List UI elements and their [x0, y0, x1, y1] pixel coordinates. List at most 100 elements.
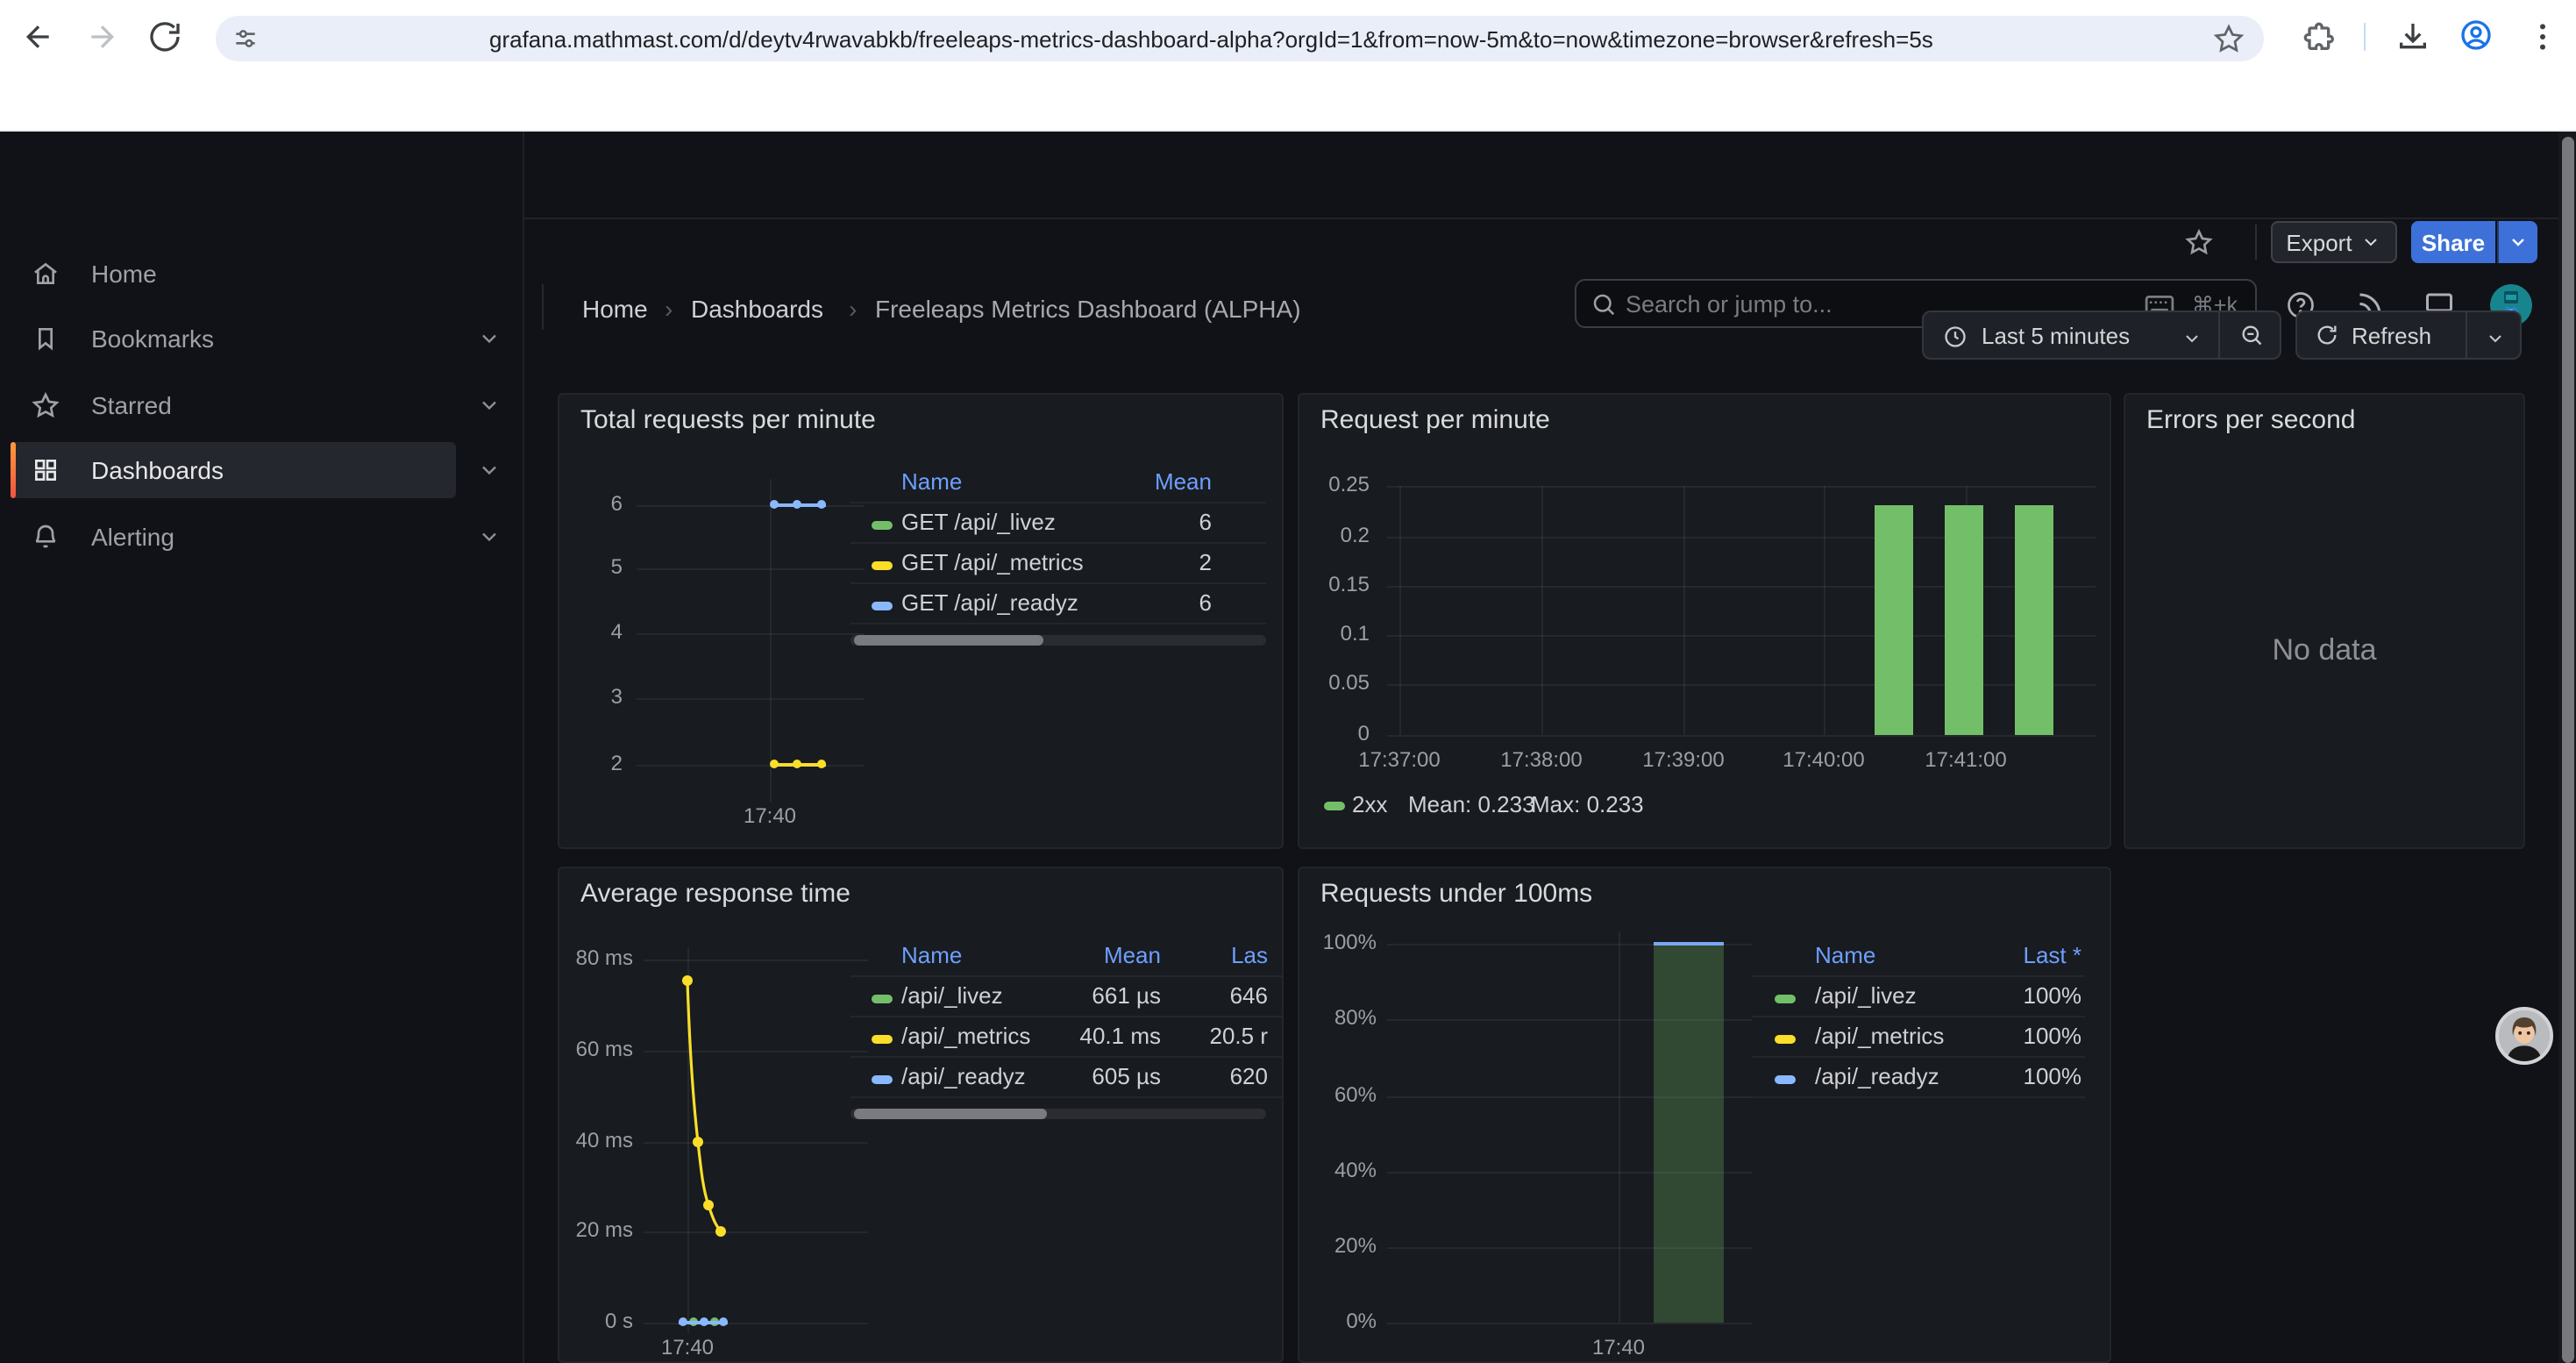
time-range-label: Last 5 minutes [1982, 323, 2130, 349]
zoom-out-icon [2239, 323, 2264, 347]
panel-title[interactable]: Errors per second [2146, 405, 2355, 435]
y-tick: 0.25 [1303, 472, 1370, 496]
sidebar-item-label: Home [91, 260, 157, 288]
screen: grafana.mathmast.com/d/deytv4rwavabkb/fr… [0, 0, 2576, 1363]
page-scrollbar[interactable] [2558, 132, 2576, 1363]
legend-header-name[interactable]: Name [1815, 942, 1875, 968]
panel-title[interactable]: Requests under 100ms [1320, 879, 1592, 909]
bar-2xx[interactable] [1945, 505, 1983, 735]
legend-series-name[interactable]: GET /api/_metrics [901, 549, 1084, 575]
legend-series-name[interactable]: 2xx [1352, 791, 1387, 817]
y-tick: 0.1 [1303, 621, 1370, 646]
url-bar[interactable]: grafana.mathmast.com/d/deytv4rwavabkb/fr… [216, 16, 2264, 61]
legend-series-name[interactable]: GET /api/_readyz [901, 589, 1078, 616]
refresh-interval-dropdown[interactable] [2466, 312, 2522, 358]
legend-header-name[interactable]: Name [901, 468, 962, 495]
legend-table: Name Last * /api/_livez 100% /api/_metri… [1752, 938, 2085, 1131]
assistant-avatar[interactable] [2495, 1007, 2553, 1065]
chevron-down-icon[interactable] [477, 393, 502, 417]
metrics-response-curve [630, 956, 875, 1342]
download-icon[interactable] [2395, 19, 2430, 54]
legend-header-last[interactable]: Last * [1962, 942, 2081, 968]
x-tick: 17:40 [1569, 1335, 1668, 1359]
legend-series-last: 20.5 r [1168, 1023, 1268, 1049]
bell-icon [32, 523, 60, 551]
legend-scrollbar[interactable] [850, 1109, 1266, 1119]
toolbar-divider [2255, 225, 2257, 260]
favorite-star-icon[interactable] [2185, 228, 2213, 256]
y-tick: 2 [570, 751, 623, 775]
time-range-picker[interactable]: Last 5 minutes [1922, 310, 2281, 360]
bookmark-star-icon[interactable] [2213, 23, 2245, 54]
y-tick: 40 ms [563, 1128, 633, 1152]
panel-avg-response-time: Average response time 80 ms 60 ms 40 ms … [558, 867, 1284, 1363]
sidebar-item-home[interactable]: Home [11, 246, 456, 302]
sidebar-item-dashboards[interactable]: Dashboards [11, 442, 456, 498]
series-color-pill [1324, 802, 1345, 810]
breadcrumb-home[interactable]: Home [582, 295, 648, 323]
back-icon[interactable] [21, 19, 56, 54]
legend-series-name[interactable]: /api/_readyz [1815, 1063, 1939, 1089]
sidebar-item-starred[interactable]: Starred [11, 377, 456, 433]
reload-icon[interactable] [147, 19, 182, 54]
panel-title[interactable]: Average response time [580, 879, 850, 909]
legend-scrollbar[interactable] [850, 635, 1266, 646]
chevron-down-icon[interactable] [477, 525, 502, 549]
url-text[interactable]: grafana.mathmast.com/d/deytv4rwavabkb/fr… [489, 26, 1933, 53]
breadcrumb-dashboards[interactable]: Dashboards [691, 295, 823, 323]
legend-series-name[interactable]: /api/_livez [901, 982, 1003, 1009]
sidebar-item-alerting[interactable]: Alerting [11, 509, 456, 565]
export-button[interactable]: Export [2271, 221, 2397, 263]
series-color-pill [1775, 1075, 1796, 1084]
x-tick: 17:40 [638, 1335, 737, 1359]
bar-under-100ms[interactable] [1654, 944, 1724, 1323]
legend-header-mean[interactable]: Mean [1107, 468, 1212, 495]
share-button[interactable]: Share [2411, 221, 2495, 263]
series-color-pill [872, 602, 893, 610]
legend-series-name[interactable]: /api/_readyz [901, 1063, 1026, 1089]
y-tick: 80% [1303, 1005, 1377, 1030]
legend-series-name[interactable]: /api/_livez [1815, 982, 1917, 1009]
bar-2xx[interactable] [2015, 505, 2053, 735]
y-tick: 0 s [563, 1309, 633, 1333]
extensions-icon[interactable] [2301, 19, 2336, 54]
x-tick: 17:38:00 [1485, 747, 1598, 772]
bar-2xx[interactable] [1875, 505, 1913, 735]
x-tick: 17:39:00 [1627, 747, 1740, 772]
browser-toolbar: grafana.mathmast.com/d/deytv4rwavabkb/fr… [0, 0, 2576, 77]
y-tick: 5 [570, 554, 623, 579]
legend-series-name[interactable]: GET /api/_livez [901, 509, 1056, 535]
legend-header-mean[interactable]: Mean [1052, 942, 1161, 968]
chevron-down-icon[interactable] [477, 326, 502, 351]
panel-title[interactable]: Request per minute [1320, 405, 1550, 435]
sidebar-item-label: Bookmarks [91, 325, 214, 353]
legend-series-mean: 605 µs [1052, 1063, 1161, 1089]
site-settings-icon[interactable] [231, 25, 260, 53]
export-label: Export [2286, 229, 2352, 255]
search-placeholder: Search or jump to... [1626, 291, 1832, 318]
sidebar-item-bookmarks[interactable]: Bookmarks [11, 310, 456, 367]
breadcrumb-separator: › [665, 295, 672, 323]
legend-mean: Mean: 0.233 [1408, 791, 1535, 817]
legend-header-name[interactable]: Name [901, 942, 962, 968]
scrollbar-thumb[interactable] [2562, 137, 2574, 1363]
series-color-pill [1775, 1035, 1796, 1044]
browser-menu-icon[interactable] [2525, 19, 2560, 54]
legend-series-name[interactable]: /api/_metrics [1815, 1023, 1944, 1049]
profile-icon[interactable] [2459, 18, 2494, 53]
chevron-down-icon[interactable] [477, 458, 502, 482]
legend-series-last: 620 [1168, 1063, 1268, 1089]
y-tick: 60 ms [563, 1037, 633, 1061]
panel-title[interactable]: Total requests per minute [580, 405, 876, 435]
time-zoom-out-button[interactable] [2218, 312, 2283, 358]
forward-icon[interactable] [84, 19, 119, 54]
y-tick: 0.05 [1303, 670, 1370, 695]
share-dropdown-button[interactable] [2497, 221, 2537, 263]
y-tick: 3 [570, 684, 623, 709]
panel-errors-per-second: Errors per second No data [2124, 393, 2525, 849]
legend-series-name[interactable]: /api/_metrics [901, 1023, 1030, 1049]
chevron-down-icon [2485, 326, 2506, 347]
refresh-button[interactable]: Refresh [2295, 310, 2522, 360]
legend-header-last[interactable]: Las [1168, 942, 1268, 968]
sidebar: Home Bookmarks Starred Dashboa [0, 132, 524, 1363]
